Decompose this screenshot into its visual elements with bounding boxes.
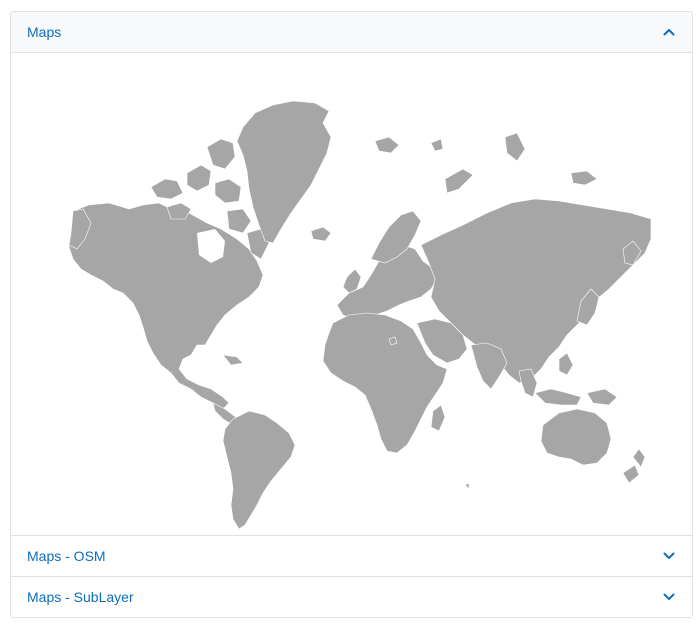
accordion-header-maps-sublayer[interactable]: Maps - SubLayer: [11, 577, 692, 617]
accordion-item-maps-sublayer: Maps - SubLayer: [11, 577, 692, 617]
chevron-down-icon[interactable]: [662, 590, 676, 604]
region-greenland[interactable]: [236, 100, 332, 244]
accordion-item-maps-osm: Maps - OSM: [11, 536, 692, 577]
accordion-header-maps-osm[interactable]: Maps - OSM: [11, 536, 692, 576]
chevron-up-icon[interactable]: [662, 25, 676, 39]
chevron-down-icon[interactable]: [662, 549, 676, 563]
accordion-header-maps[interactable]: Maps: [11, 12, 692, 53]
map-container: [11, 53, 692, 535]
accordion-title: Maps - OSM: [27, 548, 106, 564]
accordion-item-maps: Maps: [11, 12, 692, 536]
accordion-title: Maps: [27, 24, 62, 40]
region-north-america[interactable]: [68, 202, 264, 410]
accordion-title: Maps - SubLayer: [27, 589, 134, 605]
world-map[interactable]: [11, 53, 692, 535]
region-australia[interactable]: [540, 408, 612, 466]
region-south-america[interactable]: [222, 410, 296, 530]
accordion: Maps Maps - OSM Maps - SubLayer: [10, 11, 693, 618]
